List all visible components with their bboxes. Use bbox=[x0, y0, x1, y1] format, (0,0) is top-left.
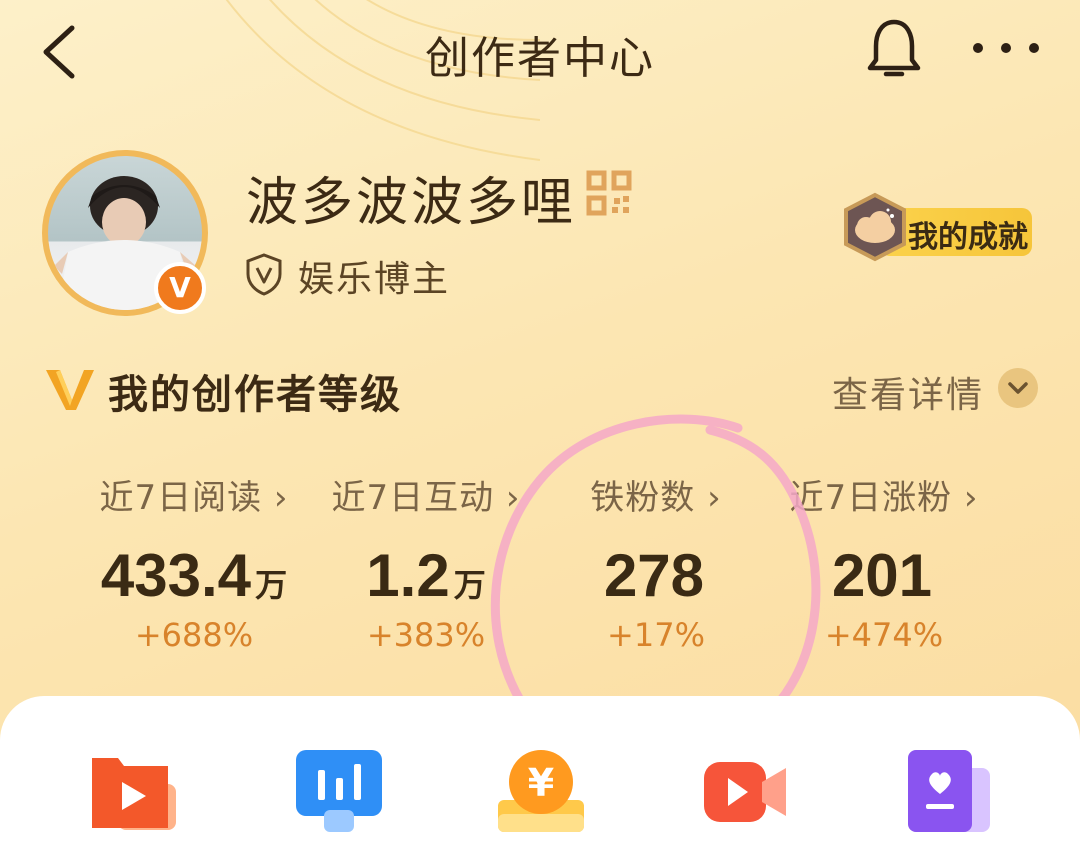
stat-value: 201 bbox=[831, 542, 933, 609]
stat-value: 1.2 bbox=[366, 542, 450, 609]
chevron-right-icon: › bbox=[963, 478, 979, 518]
stat-change: +17% bbox=[607, 616, 705, 654]
favorites-book-icon[interactable] bbox=[904, 748, 994, 834]
chevron-right-icon: › bbox=[273, 478, 289, 518]
stat-label: 近7日涨粉 bbox=[789, 478, 953, 518]
achievement-icon[interactable] bbox=[840, 192, 910, 262]
username: 波多波波多哩 bbox=[246, 173, 577, 233]
video-folder-icon[interactable] bbox=[88, 748, 178, 834]
stat-interactions[interactable]: 近7日互动 › 1.2 万 +383% bbox=[296, 470, 556, 654]
chevron-down-icon bbox=[1008, 382, 1028, 394]
income-icon[interactable]: ¥ bbox=[496, 748, 586, 834]
live-video-icon[interactable] bbox=[700, 748, 790, 834]
stat-new-fans[interactable]: 近7日涨粉 › 201 +474% bbox=[754, 470, 1014, 654]
stat-change: +383% bbox=[366, 616, 486, 654]
view-details-link[interactable]: 查看详情 bbox=[832, 366, 984, 418]
analytics-icon[interactable] bbox=[294, 748, 384, 834]
shield-icon bbox=[246, 253, 282, 296]
level-v-icon bbox=[46, 370, 94, 410]
stat-iron-fans[interactable]: 铁粉数 › 278 +17% bbox=[526, 470, 786, 654]
stat-label: 铁粉数 bbox=[590, 478, 696, 518]
stat-label: 近7日阅读 bbox=[99, 478, 263, 518]
svg-text:¥: ¥ bbox=[528, 761, 554, 805]
verified-badge: V bbox=[154, 262, 206, 314]
creator-level-title: 我的创作者等级 bbox=[108, 372, 402, 418]
stat-unit: 万 bbox=[453, 567, 486, 603]
role-label: 娱乐博主 bbox=[298, 259, 451, 300]
stat-reads[interactable]: 近7日阅读 › 433.4 万 +688% bbox=[64, 470, 324, 654]
stat-label: 近7日互动 bbox=[331, 478, 495, 518]
stat-change: +474% bbox=[824, 616, 944, 654]
qr-code-icon[interactable] bbox=[586, 170, 632, 216]
stat-change: +688% bbox=[134, 616, 254, 654]
chevron-right-icon: › bbox=[505, 478, 521, 518]
more-icon[interactable] bbox=[968, 28, 1048, 68]
bell-icon[interactable] bbox=[864, 16, 924, 80]
stat-value: 433.4 bbox=[100, 542, 252, 609]
stat-value: 278 bbox=[603, 542, 705, 609]
chevron-right-icon: › bbox=[707, 478, 722, 518]
stat-unit: 万 bbox=[255, 567, 288, 603]
view-details-button[interactable] bbox=[998, 368, 1038, 408]
achievement-label[interactable]: 我的成就 bbox=[908, 212, 1028, 256]
